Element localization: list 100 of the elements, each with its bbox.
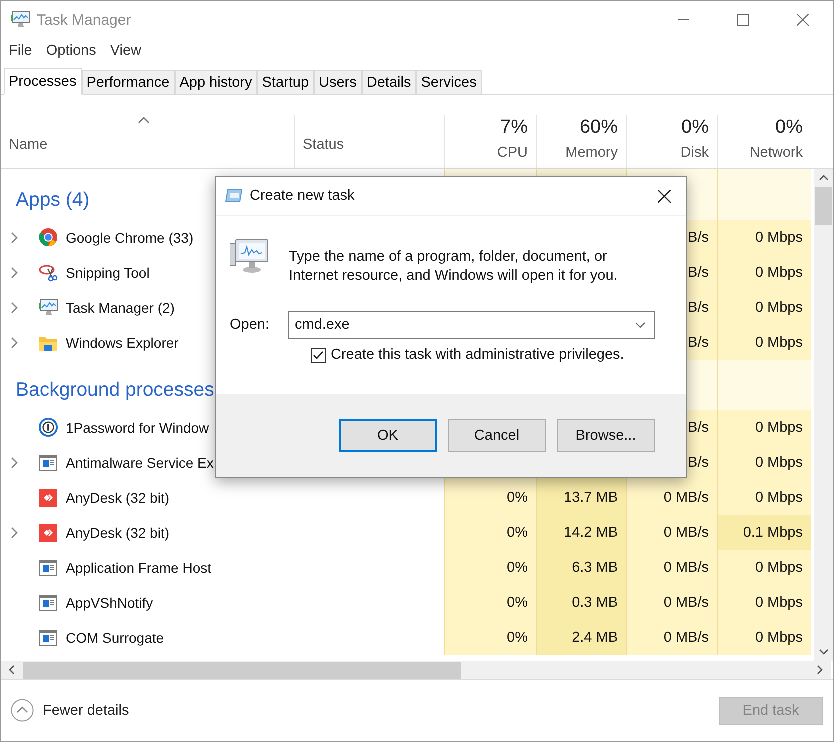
diamond-arrows-icon: [39, 488, 57, 506]
vertical-scrollbar[interactable]: [814, 169, 833, 661]
table-cell: 0 Mbps: [717, 550, 811, 585]
menu-item[interactable]: File: [9, 43, 32, 59]
expand-chevron-icon[interactable]: [11, 302, 19, 314]
window-title: Task Manager: [37, 12, 132, 28]
expand-chevron-icon[interactable]: [11, 456, 19, 468]
table-cell: 0%: [444, 585, 536, 620]
scroll-thumb[interactable]: [815, 187, 832, 225]
table-cell: 0.1 Mbps: [717, 515, 811, 550]
collapse-up-icon: [11, 699, 34, 722]
minimize-icon: [678, 19, 688, 21]
tab[interactable]: Startup: [257, 70, 314, 94]
process-name: Task Manager (2): [66, 300, 175, 316]
column-header[interactable]: 7% CPU: [444, 115, 536, 168]
process-name: Antimalware Service Ex: [66, 454, 214, 470]
menu-item[interactable]: Options: [46, 43, 96, 59]
table-cell: 0 MB/s: [626, 480, 717, 515]
table-cell: 0 Mbps: [717, 255, 811, 290]
window-icon: [39, 454, 57, 470]
table-cell: 0 Mbps: [717, 445, 811, 480]
process-name: Google Chrome (33): [66, 230, 194, 246]
group-heading: Background processes: [16, 379, 214, 402]
table-cell: 0 Mbps: [717, 410, 811, 445]
table-cell: 0 MB/s: [626, 585, 717, 620]
diamond-arrows-icon: [39, 524, 57, 542]
open-combobox[interactable]: cmd.exe: [288, 311, 655, 339]
dialog-title: Create new task: [250, 188, 356, 204]
window-icon: [39, 630, 57, 646]
table-cell: 0 MB/s: [626, 550, 717, 585]
dropdown-chevron-icon: [635, 322, 646, 328]
monitor-icon: [39, 298, 59, 316]
dialog-button[interactable]: Browse...: [557, 419, 655, 452]
scissors-icon: [39, 264, 59, 282]
checkbox-label: Create this task with administrative privileges.: [331, 347, 624, 363]
table-cell: 0 MB/s: [626, 620, 717, 655]
tab[interactable]: Users: [314, 70, 362, 94]
process-name: 1Password for Window: [66, 420, 210, 436]
table-cell: 6.3 MB: [536, 550, 626, 585]
table-cell: 0%: [444, 480, 536, 515]
window-icon: [39, 594, 57, 610]
horizontal-scrollbar[interactable]: [1, 661, 831, 679]
admin-checkbox[interactable]: [311, 348, 326, 362]
app-icon: [11, 11, 31, 29]
table-cell: 0 MB/s: [626, 515, 717, 550]
process-name: AnyDesk (32 bit): [66, 490, 170, 506]
column-header[interactable]: 0% Disk: [626, 115, 717, 168]
column-total: 0%: [682, 117, 709, 140]
open-label: Open:: [230, 317, 270, 333]
table-cell: 0%: [444, 515, 536, 550]
maximize-icon: [737, 14, 749, 26]
window-icon: [39, 560, 57, 576]
table-cell: 0%: [444, 620, 536, 655]
folder-icon: [39, 334, 57, 350]
column-header[interactable]: 0% Network: [717, 115, 811, 168]
close-icon: [658, 190, 670, 202]
column-total: 60%: [580, 117, 618, 140]
expand-chevron-icon[interactable]: [11, 336, 19, 348]
column-header[interactable]: Status: [294, 115, 444, 168]
table-cell: 14.2 MB: [536, 515, 626, 550]
table-cell: 2.4 MB: [536, 620, 626, 655]
table-cell: 0%: [444, 550, 536, 585]
table-cell: 0 Mbps: [717, 290, 811, 325]
keyhole-icon: [39, 418, 58, 437]
tab[interactable]: Processes: [4, 68, 82, 95]
column-total: 7%: [500, 117, 528, 140]
column-header[interactable]: Name: [1, 115, 294, 168]
browser-icon: [39, 228, 58, 247]
dialog-button[interactable]: OK: [339, 419, 437, 452]
menu-item[interactable]: View: [110, 43, 142, 59]
tab[interactable]: App history: [174, 70, 258, 94]
dialog-button[interactable]: Cancel: [448, 419, 546, 452]
table-cell: 13.7 MB: [536, 480, 626, 515]
expand-chevron-icon[interactable]: [11, 526, 19, 538]
sort-ascending-icon: [138, 117, 150, 124]
dialog-message: Type the name of a program, folder, document, or Internet resource, and Windows will open it for you.: [289, 248, 619, 286]
tab[interactable]: Services: [416, 70, 482, 94]
run-window-icon: [225, 189, 243, 203]
fewer-details-link[interactable]: Fewer details: [11, 699, 719, 722]
process-name: COM Surrogate: [66, 630, 164, 646]
table-cell: 0 Mbps: [717, 325, 811, 360]
column-header[interactable]: 60% Memory: [536, 115, 626, 168]
table-cell: 0 Mbps: [717, 620, 811, 655]
group-heading: Apps (4): [16, 189, 90, 212]
tab[interactable]: Performance: [82, 70, 175, 94]
process-name: AppVShNotify: [66, 594, 154, 610]
column-total: 0%: [776, 117, 803, 140]
process-name: Windows Explorer: [66, 334, 179, 350]
computer-icon: [230, 238, 270, 274]
expand-chevron-icon[interactable]: [11, 266, 19, 278]
close-icon: [797, 14, 809, 26]
table-cell: 0.3 MB: [536, 585, 626, 620]
scroll-thumb[interactable]: [23, 662, 461, 678]
table-cell: 0 Mbps: [717, 220, 811, 255]
process-name: AnyDesk (32 bit): [66, 524, 170, 540]
table-cell: 0 Mbps: [717, 585, 811, 620]
tab[interactable]: Details: [362, 70, 416, 94]
process-name: Snipping Tool: [66, 264, 150, 280]
expand-chevron-icon[interactable]: [11, 232, 19, 244]
process-name: Application Frame Host: [66, 560, 212, 576]
